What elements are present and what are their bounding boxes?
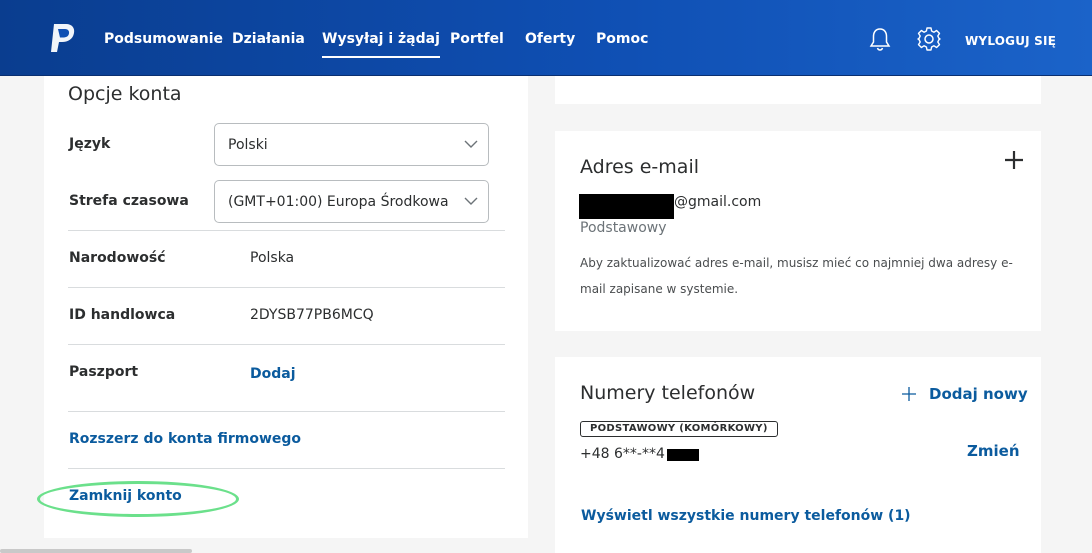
email-note-line2: mail zapisane w systemie. — [580, 282, 739, 296]
plus-icon[interactable] — [902, 387, 916, 401]
language-select[interactable]: Polski — [214, 123, 489, 166]
primary-mobile-badge: PODSTAWOWY (KOMÓRKOWY) — [580, 421, 778, 437]
top-navigation-bar: Podsumowanie Działania Wysyłaj i żądaj P… — [0, 0, 1092, 76]
nationality-label: Narodowość — [69, 250, 166, 266]
timezone-value: (GMT+01:00) Europa Środkowa — [228, 194, 449, 210]
redacted-phone-digits — [667, 449, 699, 461]
email-address-suffix: @gmail.com — [674, 194, 762, 210]
nav-send-request[interactable]: Wysyłaj i żądaj — [322, 31, 440, 58]
account-options-title: Opcje konta — [68, 83, 182, 105]
email-primary-label: Podstawowy — [580, 220, 667, 236]
merchant-id-value: 2DYSB77PB6MCQ — [250, 307, 374, 323]
highlight-ellipse — [37, 481, 239, 517]
language-label: Język — [69, 136, 111, 152]
nav-offers[interactable]: Oferty — [525, 31, 575, 47]
passport-label: Paszport — [69, 364, 139, 380]
view-all-phones-link[interactable]: Wyświetl wszystkie numery telefonów (1) — [581, 508, 911, 524]
bell-icon[interactable] — [867, 26, 893, 52]
divider — [68, 287, 505, 288]
phones-title: Numery telefonów — [580, 382, 756, 404]
plus-icon[interactable] — [1004, 150, 1024, 170]
logout-link[interactable]: WYLOGUJ SIĘ — [965, 34, 1056, 48]
horizontal-scrollbar[interactable] — [0, 549, 192, 553]
divider — [68, 468, 505, 469]
redacted-email — [579, 194, 674, 219]
phone-number: +48 6**-**4 — [580, 446, 665, 462]
paypal-logo[interactable] — [48, 22, 78, 54]
merchant-id-label: ID handlowca — [69, 307, 176, 323]
nav-activity[interactable]: Działania — [232, 31, 305, 47]
nationality-value: Polska — [250, 250, 295, 266]
add-phone-link[interactable]: Dodaj nowy — [929, 385, 1028, 403]
timezone-label: Strefa czasowa — [69, 193, 189, 209]
profile-card-bottom — [555, 76, 1041, 104]
chevron-down-icon — [464, 140, 478, 148]
timezone-select[interactable]: (GMT+01:00) Europa Środkowa — [214, 180, 489, 223]
nav-summary[interactable]: Podsumowanie — [104, 31, 223, 47]
gear-icon[interactable] — [916, 26, 942, 52]
upgrade-business-link[interactable]: Rozszerz do konta firmowego — [69, 431, 301, 447]
chevron-down-icon — [464, 197, 478, 205]
email-title: Adres e-mail — [580, 156, 700, 178]
email-note-line1: Aby zaktualizować adres e-mail, musisz m… — [580, 256, 1013, 270]
divider — [68, 411, 505, 412]
nav-help[interactable]: Pomoc — [596, 31, 648, 47]
language-value: Polski — [228, 137, 268, 153]
passport-add-link[interactable]: Dodaj — [250, 366, 296, 382]
divider — [68, 344, 505, 345]
change-phone-link[interactable]: Zmień — [967, 442, 1020, 460]
nav-wallet[interactable]: Portfel — [450, 31, 504, 47]
divider — [68, 230, 505, 231]
